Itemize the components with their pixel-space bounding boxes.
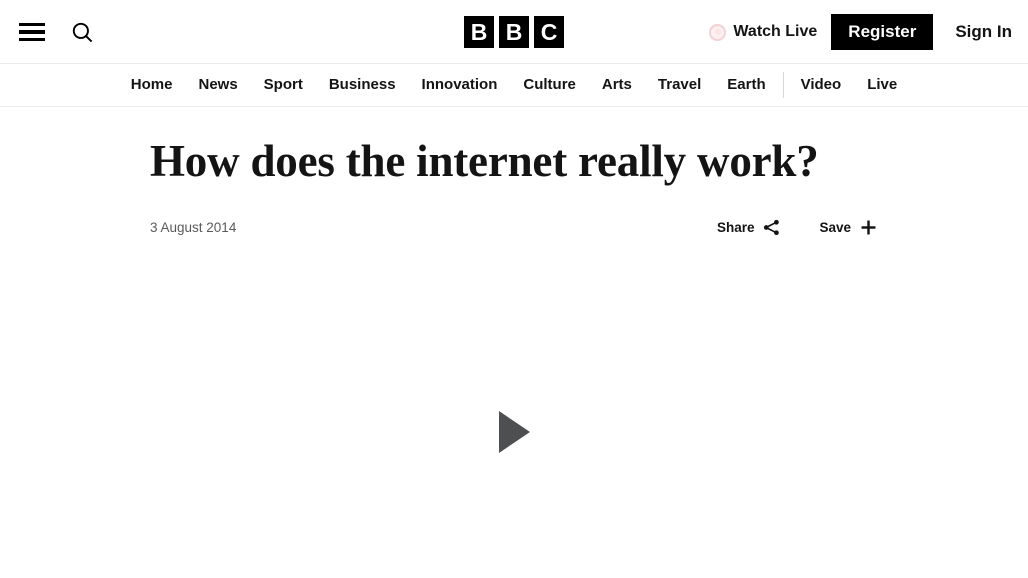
nav-item-culture[interactable]: Culture: [510, 64, 589, 106]
save-button[interactable]: Save: [819, 218, 878, 237]
video-player[interactable]: [0, 252, 1028, 578]
sign-in-button[interactable]: Sign In: [933, 22, 1012, 42]
bbc-logo[interactable]: B B C: [464, 16, 564, 48]
nav-item-video[interactable]: Video: [788, 64, 855, 106]
published-date: 3 August 2014: [150, 219, 237, 235]
save-label: Save: [819, 219, 851, 235]
bbc-logo-block-3: C: [534, 16, 564, 48]
article-actions: Share Save: [717, 218, 878, 237]
search-glass-shape: [72, 22, 92, 42]
plus-icon: [861, 220, 876, 235]
nav-item-news[interactable]: News: [185, 64, 250, 106]
nav-item-arts[interactable]: Arts: [589, 64, 645, 106]
hamburger-bars: [19, 22, 45, 42]
hamburger-bar-3: [19, 38, 45, 42]
nav-item-innovation[interactable]: Innovation: [409, 64, 511, 106]
search-icon[interactable]: [66, 16, 98, 48]
page-title: How does the internet really work?: [150, 136, 819, 186]
article-container: How does the internet really work? 3 Aug…: [0, 136, 1028, 242]
nav-item-travel[interactable]: Travel: [645, 64, 714, 106]
share-label: Share: [716, 219, 755, 235]
share-nodes-icon: [764, 219, 780, 235]
play-button[interactable]: [492, 406, 536, 458]
article-meta-row: 3 August 2014 Share Save: [150, 212, 878, 242]
hamburger-bar-2: [19, 30, 45, 34]
hamburger-bar-1: [19, 22, 45, 26]
share-button[interactable]: Share: [717, 218, 782, 237]
masthead-right-controls: Watch Live Register Sign In: [709, 0, 1012, 64]
nav-item-earth[interactable]: Earth: [714, 64, 778, 106]
hamburger-menu-icon[interactable]: [16, 16, 48, 48]
masthead: B B C Watch Live Register Sign In: [0, 0, 1028, 64]
watch-live-button[interactable]: Watch Live: [709, 23, 817, 41]
nav-item-home[interactable]: Home: [118, 64, 186, 106]
nav-item-live[interactable]: Live: [854, 64, 910, 106]
watch-live-label: Watch Live: [733, 23, 818, 40]
masthead-left-controls: [16, 0, 98, 64]
nav-separator: [782, 72, 784, 98]
nav-item-sport[interactable]: Sport: [251, 64, 316, 106]
play-triangle-icon: [498, 411, 530, 454]
nav-item-business[interactable]: Business: [316, 64, 409, 106]
register-button[interactable]: Register: [831, 14, 934, 50]
primary-navigation: Home News Sport Business Innovation Cult…: [0, 64, 1028, 107]
bbc-logo-block-2: B: [499, 16, 529, 48]
live-dot-icon: [709, 23, 727, 41]
bbc-logo-block-1: B: [464, 16, 494, 48]
